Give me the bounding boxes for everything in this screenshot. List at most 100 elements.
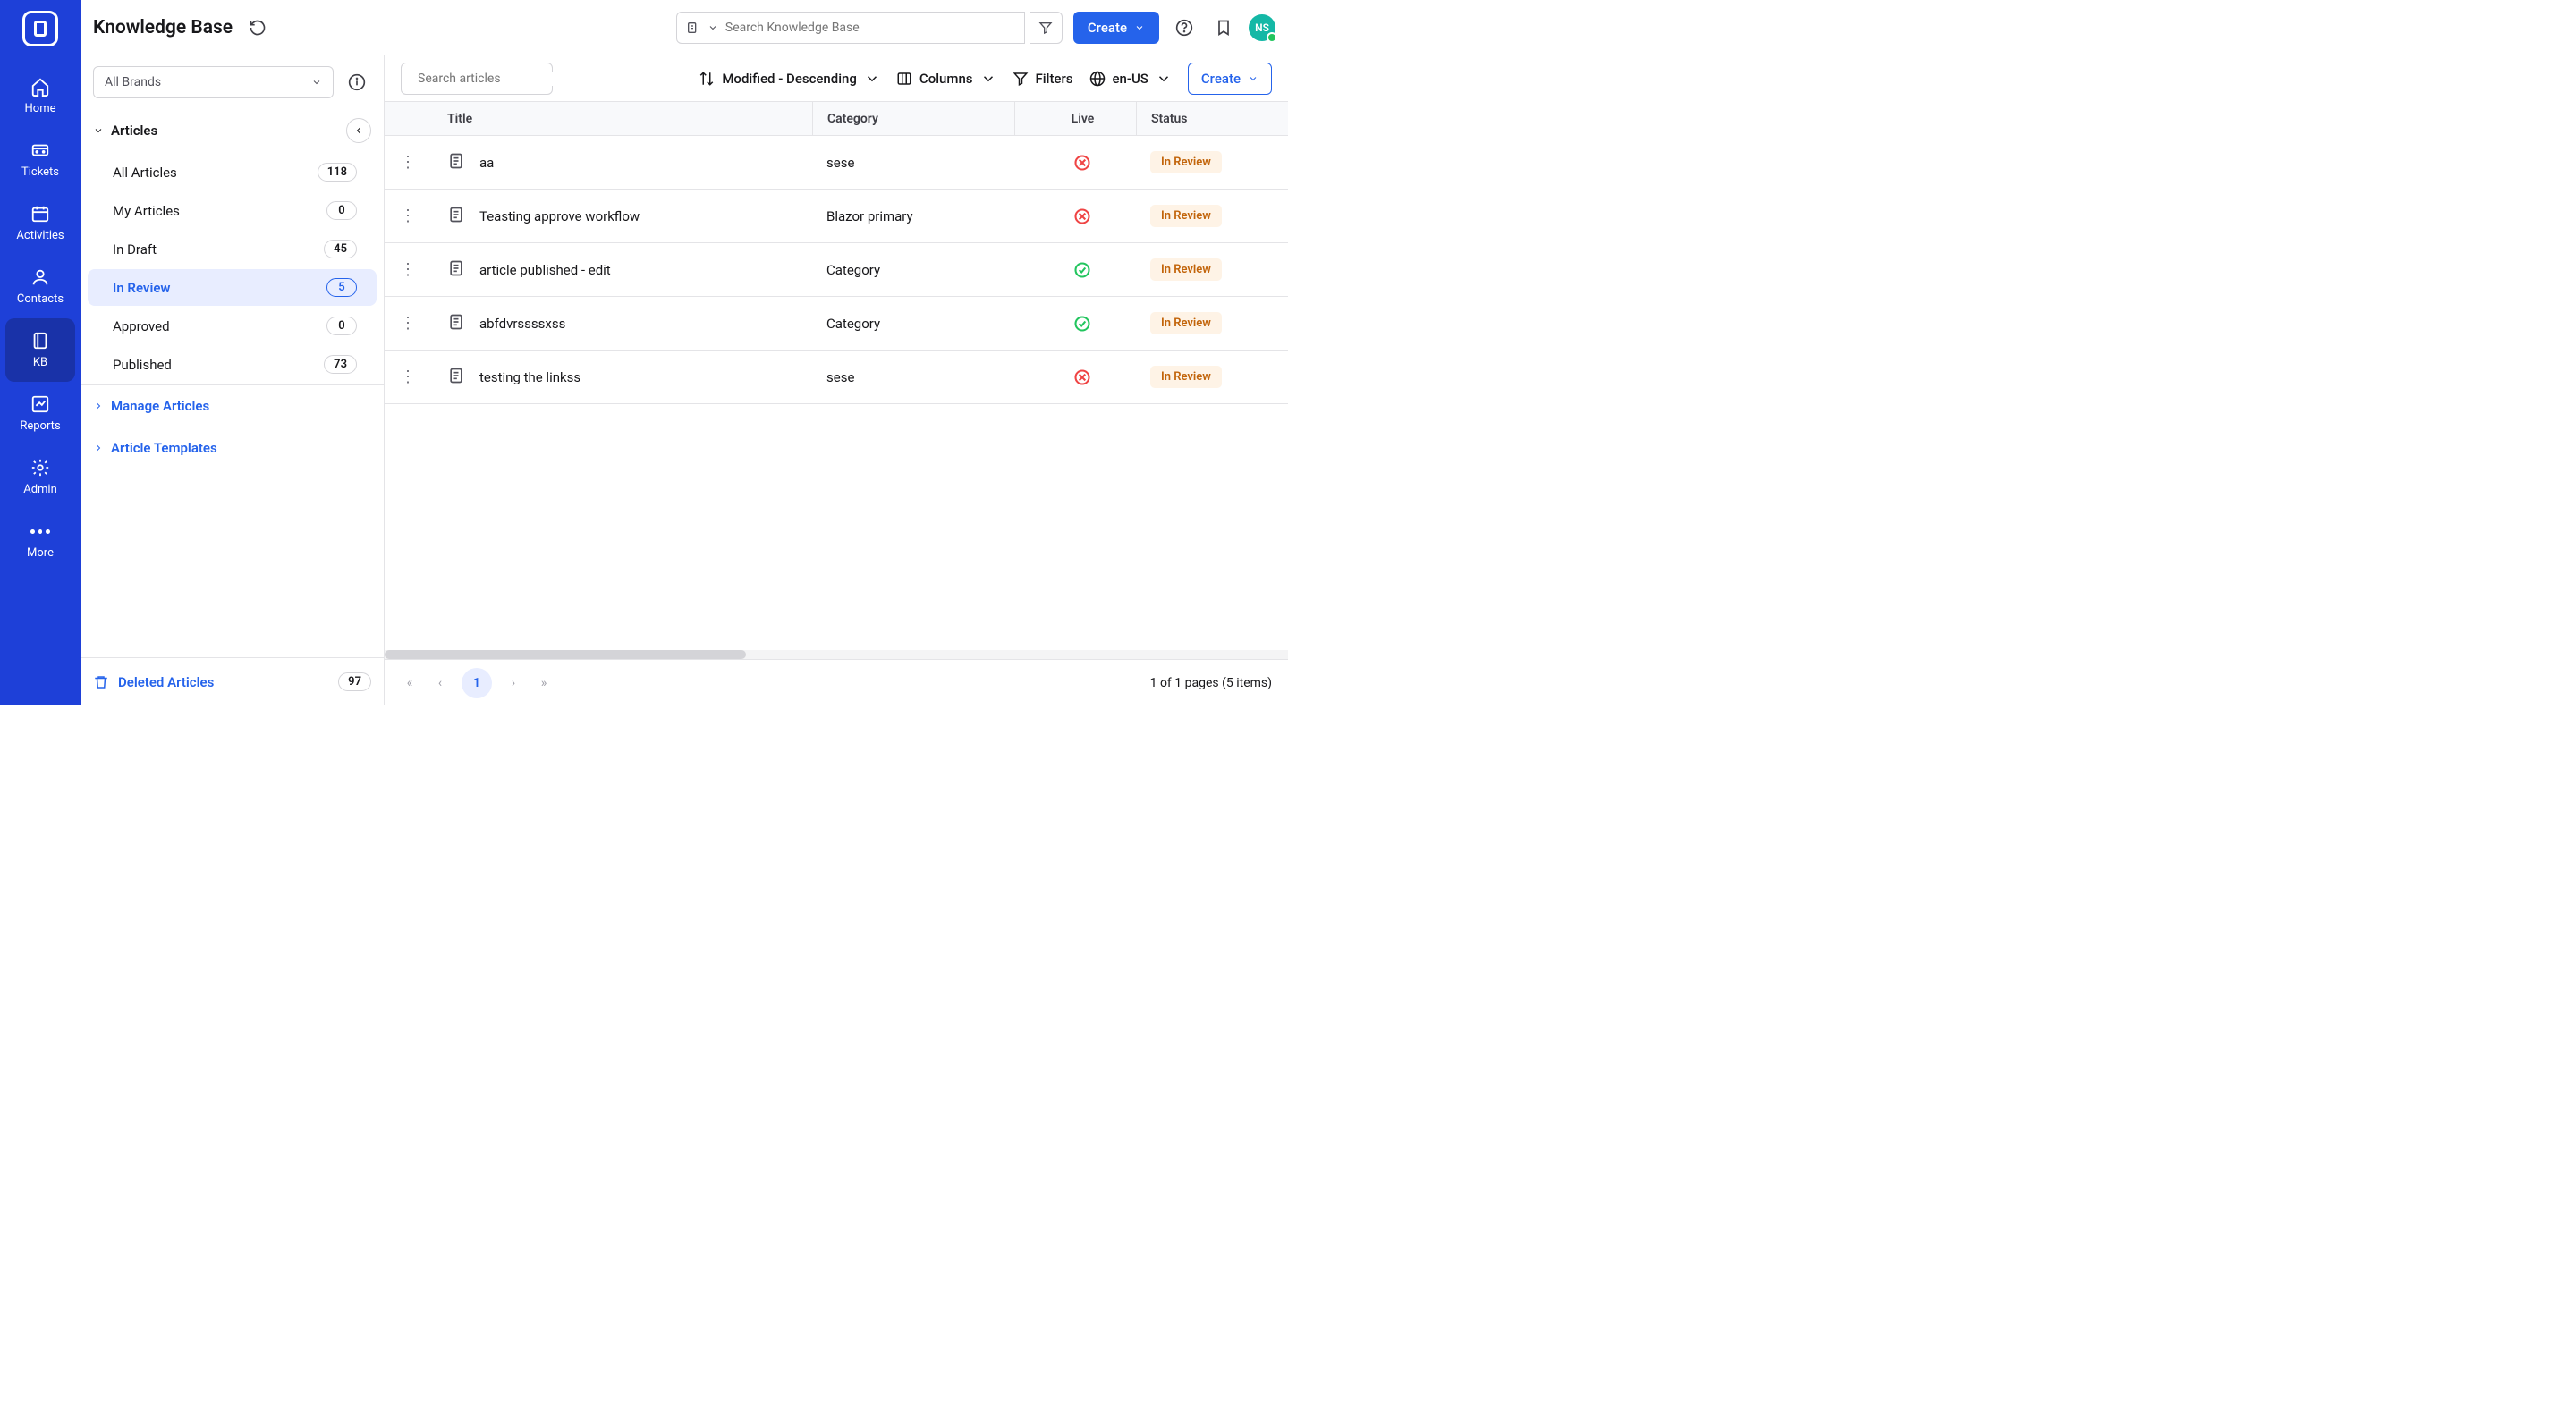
home-icon — [30, 77, 50, 97]
brand-info-button[interactable] — [343, 68, 371, 97]
deleted-count: 97 — [338, 672, 371, 691]
deleted-articles-link[interactable]: Deleted Articles 97 — [80, 657, 384, 706]
avatar-initials: NS — [1255, 21, 1269, 34]
article-search[interactable] — [401, 63, 553, 95]
article-search-input[interactable] — [418, 72, 577, 86]
nav-kb[interactable]: KB — [5, 318, 75, 382]
filter-in-review[interactable]: In Review 5 — [88, 269, 377, 306]
brand-select[interactable]: All Brands — [93, 66, 334, 98]
nav-contacts[interactable]: Contacts — [5, 255, 75, 318]
bookmark-button[interactable] — [1209, 13, 1238, 42]
global-search[interactable] — [676, 12, 1025, 44]
articles-tree-toggle[interactable]: Articles — [93, 123, 157, 139]
article-templates-section[interactable]: Article Templates — [80, 427, 384, 469]
calendar-icon — [30, 204, 50, 224]
status-badge: In Review — [1150, 205, 1222, 227]
articles-tree-label: Articles — [111, 123, 157, 139]
filter-in-draft[interactable]: In Draft45 — [88, 231, 377, 267]
filter-count: 0 — [326, 317, 357, 335]
pager-prev[interactable]: ‹ — [431, 676, 449, 690]
row-title: testing the linkss — [479, 369, 580, 385]
search-filter-toggle[interactable] — [1030, 12, 1063, 44]
table-row[interactable]: ⋮abfdvrssssxssCategoryIn Review — [385, 297, 1288, 351]
global-search-input[interactable] — [725, 21, 1015, 35]
help-button[interactable] — [1170, 13, 1199, 42]
filter-my-articles[interactable]: My Articles 0 — [88, 192, 377, 229]
drag-handle[interactable]: ⋮ — [400, 260, 414, 279]
table-row[interactable]: ⋮ article published - edit Category In Revi… — [385, 243, 1288, 297]
nav-reports[interactable]: Reports — [5, 382, 75, 445]
presence-indicator — [1267, 32, 1277, 43]
columns-button[interactable]: Columns — [896, 71, 996, 87]
pager-first[interactable]: « — [401, 676, 419, 690]
table-row[interactable]: ⋮testing the linkssseseIn Review — [385, 351, 1288, 404]
pager-current[interactable]: 1 — [462, 668, 492, 698]
create-button[interactable]: Create — [1073, 12, 1159, 44]
nav-more[interactable]: More — [5, 509, 75, 572]
row-category: sese — [826, 369, 854, 385]
row-title: article published - edit — [479, 262, 611, 278]
row-live — [1014, 297, 1136, 350]
status-badge: In Review — [1150, 312, 1222, 334]
nav-tickets[interactable]: Tickets — [5, 128, 75, 191]
user-icon — [30, 267, 50, 287]
pager-next[interactable]: › — [504, 676, 522, 690]
row-category: sese — [826, 155, 854, 171]
row-title: Teasting approve workflow — [479, 208, 640, 224]
table-toolbar: Modified - Descending Columns Filters en… — [385, 55, 1288, 102]
topbar: Knowledge Base Create NS — [80, 0, 1288, 55]
pager-summary: 1 of 1 pages (5 items) — [1150, 676, 1272, 690]
status-badge: In Review — [1150, 258, 1222, 281]
row-title: aa — [479, 155, 494, 171]
drag-handle[interactable]: ⋮ — [400, 314, 414, 333]
col-status[interactable]: Status — [1136, 102, 1288, 135]
locale-button[interactable]: en-US — [1089, 71, 1172, 87]
col-live[interactable]: Live — [1014, 102, 1136, 135]
ticket-icon — [30, 140, 50, 160]
filter-approved[interactable]: Approved0 — [88, 308, 377, 344]
col-category[interactable]: Category — [812, 102, 1014, 135]
app-logo[interactable] — [22, 11, 58, 46]
filter-count: 73 — [324, 355, 357, 374]
drag-handle[interactable]: ⋮ — [400, 153, 414, 172]
collapse-panel-button[interactable] — [346, 118, 371, 143]
more-icon — [30, 521, 50, 541]
deleted-articles-label: Deleted Articles — [118, 674, 214, 690]
filter-published[interactable]: Published73 — [88, 346, 377, 383]
nav-admin[interactable]: Admin — [5, 445, 75, 509]
brand-select-value: All Brands — [105, 75, 161, 89]
refresh-button[interactable] — [243, 13, 272, 42]
col-title[interactable]: Title — [429, 112, 812, 126]
main-sidebar: HomeTicketsActivitiesContactsKBReportsAd… — [0, 0, 80, 706]
pager-last[interactable]: » — [535, 676, 553, 690]
filter-count: 45 — [324, 240, 357, 258]
create-button-label: Create — [1088, 20, 1127, 36]
filters-label: Filters — [1036, 71, 1073, 87]
filter-count: 0 — [326, 201, 357, 220]
create-article-button[interactable]: Create — [1188, 63, 1272, 95]
left-panel: All Brands Articles All Artic — [80, 55, 385, 706]
horizontal-scrollbar[interactable] — [385, 650, 1288, 659]
columns-label: Columns — [919, 71, 973, 87]
row-category: Category — [826, 262, 880, 278]
filter-count: 5 — [326, 278, 357, 297]
row-live — [1014, 136, 1136, 189]
table-row[interactable]: ⋮aaseseIn Review — [385, 136, 1288, 190]
document-icon — [447, 367, 465, 388]
user-avatar[interactable]: NS — [1249, 14, 1275, 41]
filter-label: In Review — [113, 280, 170, 296]
create-article-label: Create — [1201, 71, 1241, 87]
article-templates-label: Article Templates — [111, 440, 217, 456]
manage-articles-section[interactable]: Manage Articles — [80, 384, 384, 427]
table-row[interactable]: ⋮Teasting approve workflowBlazor primary… — [385, 190, 1288, 243]
nav-activities[interactable]: Activities — [5, 191, 75, 255]
row-live — [1014, 243, 1136, 296]
filter-label: My Articles — [113, 203, 180, 219]
nav-home[interactable]: Home — [5, 64, 75, 128]
filter-all-articles[interactable]: All Articles118 — [88, 154, 377, 190]
drag-handle[interactable]: ⋮ — [400, 368, 414, 386]
sort-label: Modified - Descending — [722, 71, 857, 87]
drag-handle[interactable]: ⋮ — [400, 207, 414, 225]
filters-button[interactable]: Filters — [1013, 71, 1073, 87]
sort-button[interactable]: Modified - Descending — [699, 71, 880, 87]
